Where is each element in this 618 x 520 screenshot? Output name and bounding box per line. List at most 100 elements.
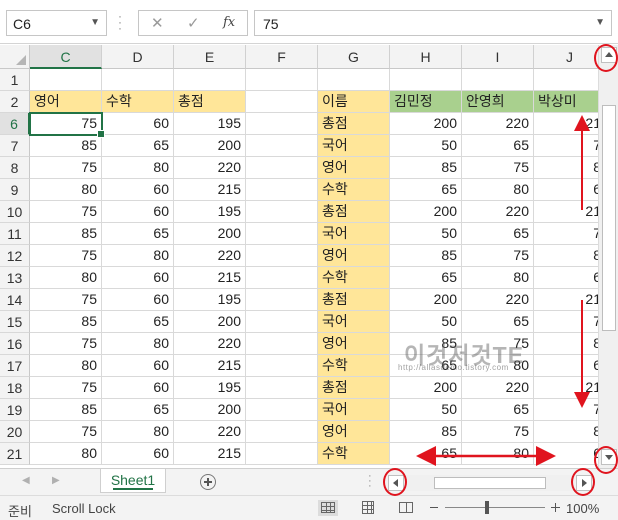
table-header-cell[interactable]: 박상미 [534, 91, 598, 113]
table-cell[interactable]: 21 [534, 201, 598, 223]
grid-cell[interactable] [246, 289, 318, 311]
chevron-down-icon[interactable]: ▼ [90, 17, 100, 28]
table-cell[interactable]: 75 [30, 333, 102, 355]
grid-cell[interactable] [246, 69, 318, 91]
row-header-8[interactable]: 8 [0, 157, 30, 179]
table-cell[interactable]: 215 [174, 179, 246, 201]
zoom-in-icon[interactable] [551, 503, 560, 512]
table-cell[interactable]: 195 [174, 377, 246, 399]
table-cell[interactable]: 75 [30, 201, 102, 223]
grid-cell[interactable] [318, 69, 390, 91]
grid-cell[interactable] [246, 223, 318, 245]
table-cell[interactable]: 총점 [318, 289, 390, 311]
table-cell[interactable]: 6 [534, 443, 598, 465]
row-header-6[interactable]: 6 [0, 113, 30, 135]
table-cell[interactable]: 국어 [318, 135, 390, 157]
table-cell[interactable]: 총점 [318, 377, 390, 399]
grid-cell[interactable] [462, 69, 534, 91]
table-cell[interactable]: 60 [102, 113, 174, 135]
table-cell[interactable]: 80 [102, 333, 174, 355]
grid-cell[interactable] [246, 377, 318, 399]
row-header-21[interactable]: 21 [0, 443, 30, 465]
grid-cell[interactable] [534, 69, 598, 91]
name-box[interactable]: C6 ▼ [6, 10, 107, 36]
table-cell[interactable]: 200 [390, 289, 462, 311]
row-header-10[interactable]: 10 [0, 201, 30, 223]
table-cell[interactable]: 국어 [318, 223, 390, 245]
table-cell[interactable]: 220 [462, 113, 534, 135]
table-cell[interactable]: 75 [30, 245, 102, 267]
table-cell[interactable]: 75 [30, 113, 102, 135]
table-cell[interactable]: 영어 [318, 421, 390, 443]
column-header-h[interactable]: H [390, 45, 462, 69]
grid-cell[interactable] [30, 69, 102, 91]
tab-splitter-icon[interactable]: · · · [368, 471, 372, 492]
table-cell[interactable]: 220 [462, 201, 534, 223]
table-cell[interactable]: 65 [390, 267, 462, 289]
table-cell[interactable]: 220 [462, 377, 534, 399]
column-header-e[interactable]: E [174, 45, 246, 69]
table-cell[interactable]: 80 [462, 179, 534, 201]
column-header-d[interactable]: D [102, 45, 174, 69]
table-cell[interactable]: 220 [174, 245, 246, 267]
column-header-f[interactable]: F [246, 45, 318, 69]
row-header-17[interactable]: 17 [0, 355, 30, 377]
grid-cell[interactable] [246, 421, 318, 443]
row-header-2[interactable]: 2 [0, 91, 30, 113]
tab-sheet1[interactable]: Sheet1 [100, 469, 166, 493]
table-cell[interactable]: 50 [390, 399, 462, 421]
table-cell[interactable]: 195 [174, 201, 246, 223]
grid-cell[interactable] [246, 91, 318, 113]
table-cell[interactable]: 50 [390, 311, 462, 333]
table-cell[interactable]: 215 [174, 355, 246, 377]
worksheet-grid[interactable]: C D E F G H I J 1 2 6 7 8 9 10 11 12 13 14 15 16 17 18 19 20 21 영어… [0, 45, 598, 468]
table-cell[interactable]: 7 [534, 311, 598, 333]
table-cell[interactable]: 200 [174, 223, 246, 245]
page-layout-button[interactable] [358, 500, 378, 516]
table-header-cell[interactable]: 안영희 [462, 91, 534, 113]
table-cell[interactable]: 200 [174, 135, 246, 157]
table-header-cell[interactable]: 총점 [174, 91, 246, 113]
table-cell[interactable]: 200 [390, 201, 462, 223]
table-cell[interactable]: 65 [462, 399, 534, 421]
row-header-20[interactable]: 20 [0, 421, 30, 443]
table-cell[interactable]: 220 [174, 421, 246, 443]
table-cell[interactable]: 영어 [318, 245, 390, 267]
column-header-i[interactable]: I [462, 45, 534, 69]
table-cell[interactable]: 60 [102, 179, 174, 201]
table-header-cell[interactable]: 이름 [318, 91, 390, 113]
table-cell[interactable]: 85 [390, 245, 462, 267]
grid-cell[interactable] [174, 69, 246, 91]
zoom-slider-thumb[interactable] [485, 501, 489, 514]
table-cell[interactable]: 65 [102, 311, 174, 333]
column-header-c[interactable]: C [30, 45, 102, 69]
normal-view-button[interactable] [318, 500, 338, 516]
grid-cell[interactable] [390, 69, 462, 91]
row-header-18[interactable]: 18 [0, 377, 30, 399]
cancel-icon[interactable]: ✕ [151, 14, 164, 32]
table-cell[interactable]: 총점 [318, 113, 390, 135]
confirm-icon[interactable]: ✓ [187, 14, 200, 32]
grid-cell[interactable] [246, 245, 318, 267]
table-cell[interactable]: 수학 [318, 443, 390, 465]
select-all-corner[interactable] [0, 45, 30, 69]
formula-input[interactable]: 75 ▼ [254, 10, 612, 36]
table-cell[interactable]: 85 [30, 223, 102, 245]
table-cell[interactable]: 60 [102, 267, 174, 289]
table-header-cell[interactable]: 수학 [102, 91, 174, 113]
table-cell[interactable]: 6 [534, 267, 598, 289]
table-cell[interactable]: 국어 [318, 311, 390, 333]
row-header-9[interactable]: 9 [0, 179, 30, 201]
table-cell[interactable]: 60 [102, 355, 174, 377]
table-cell[interactable]: 195 [174, 113, 246, 135]
table-cell[interactable]: 60 [102, 289, 174, 311]
horizontal-scroll-thumb[interactable] [434, 477, 546, 489]
next-sheet-icon[interactable]: ▶ [52, 475, 60, 486]
table-cell[interactable]: 60 [102, 443, 174, 465]
insert-function-icon[interactable]: fx [223, 15, 235, 30]
table-cell[interactable]: 215 [174, 267, 246, 289]
table-cell[interactable]: 75 [462, 245, 534, 267]
table-cell[interactable]: 75 [30, 421, 102, 443]
zoom-level[interactable]: 100% [566, 501, 599, 516]
row-header-7[interactable]: 7 [0, 135, 30, 157]
